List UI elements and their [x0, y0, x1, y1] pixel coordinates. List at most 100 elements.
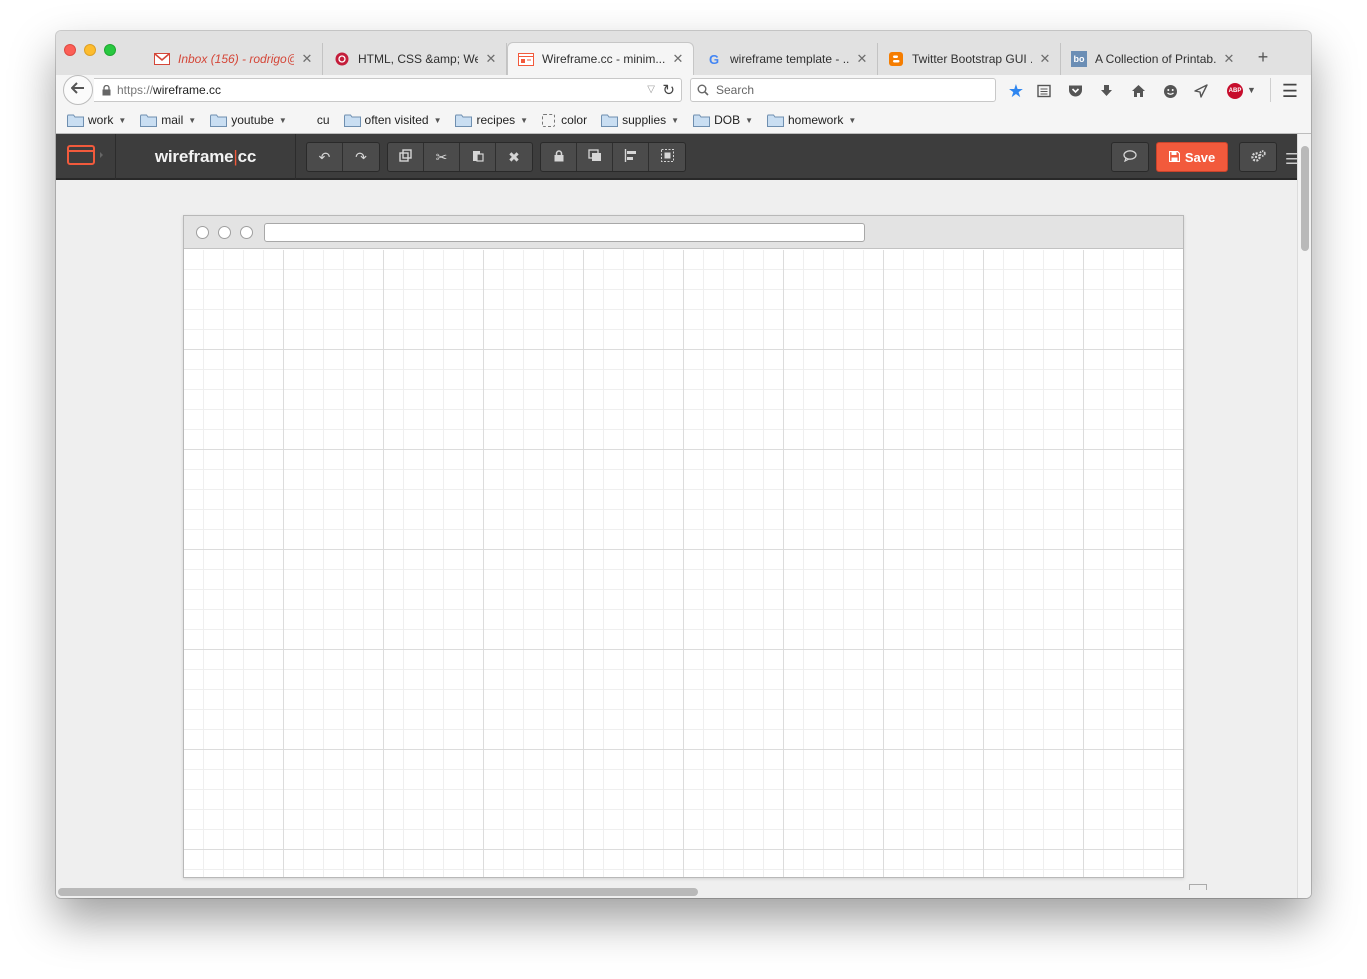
vertical-scrollbar[interactable] — [1297, 134, 1311, 898]
google-icon: G — [708, 51, 720, 67]
history-tools: ↶ ↷ — [306, 142, 380, 172]
redo-button[interactable]: ↷ — [343, 143, 379, 171]
bookmark-cu[interactable]: cu — [317, 113, 330, 127]
cut-icon: ✂ — [435, 148, 448, 165]
folder-icon — [140, 114, 158, 127]
tab-gmail[interactable]: Inbox (156) - rodrigo@... ✕ — [144, 43, 323, 75]
paste-icon — [472, 149, 484, 165]
adblock-dropdown-icon[interactable]: ▼ — [1247, 85, 1256, 95]
vertical-scrollbar-thumb[interactable] — [1301, 146, 1309, 251]
browser-window: Inbox (156) - rodrigo@... ✕ HTML, CSS &a… — [56, 31, 1311, 898]
folder-icon — [343, 114, 361, 127]
chevron-down-icon: ▼ — [278, 115, 287, 125]
tab-title: Inbox (156) - rodrigo@... — [178, 52, 294, 66]
align-button[interactable] — [613, 143, 649, 171]
new-tab-button[interactable]: + — [1253, 47, 1273, 67]
url-history-dropdown-icon[interactable]: ▽ — [647, 84, 655, 95]
bookmark-dob[interactable]: DOB ▼ — [693, 113, 753, 127]
send-tab-icon[interactable] — [1191, 81, 1211, 101]
settings-tools — [1239, 142, 1277, 172]
page-menu-button[interactable] — [56, 134, 116, 180]
tab-title: HTML, CSS &amp; We... — [358, 52, 478, 66]
settings-button[interactable] — [1240, 143, 1276, 171]
tab-strip: Inbox (156) - rodrigo@... ✕ HTML, CSS &a… — [56, 31, 1311, 75]
floppy-disk-icon — [1168, 150, 1180, 165]
canvas-grid[interactable] — [184, 250, 1183, 877]
close-tab-icon[interactable]: ✕ — [484, 51, 498, 67]
paste-button[interactable] — [460, 143, 496, 171]
reload-icon[interactable]: ↻ — [662, 81, 675, 99]
download-icon[interactable] — [1096, 81, 1116, 101]
reading-list-icon[interactable] — [1034, 81, 1054, 101]
folder-icon — [693, 114, 711, 127]
bookmarks-bar: work ▼ mail ▼ youtube ▼ cu often visited ▼ r… — [56, 107, 1311, 134]
arrange-tools — [540, 142, 686, 172]
delete-button[interactable]: ✖ — [496, 143, 532, 171]
group-button[interactable] — [649, 143, 685, 171]
url-bar[interactable]: https:// wireframe.cc ▽ ↻ — [94, 78, 682, 102]
hello-chat-icon[interactable] — [1160, 81, 1180, 101]
hamburger-menu-icon[interactable]: ☰ — [1280, 81, 1300, 101]
bookmark-supplies[interactable]: supplies ▼ — [601, 113, 679, 127]
app-logo: wireframe | cc — [116, 134, 296, 180]
close-tab-icon[interactable]: ✕ — [300, 51, 314, 67]
bookmark-homework[interactable]: homework ▼ — [767, 113, 856, 127]
cut-button[interactable]: ✂ — [424, 143, 460, 171]
chevron-down-icon: ▼ — [848, 115, 857, 125]
redo-icon: ↷ — [355, 148, 367, 165]
lock-button[interactable] — [541, 143, 577, 171]
app-toolbar: wireframe | cc ↶ ↷ ✂ ✖ Save ☰ — [56, 134, 1298, 180]
wireframe-browser-frame[interactable] — [183, 215, 1184, 878]
bookmark-work[interactable]: work ▼ — [67, 113, 126, 127]
bookmark-youtube[interactable]: youtube ▼ — [210, 113, 287, 127]
lock-icon — [554, 149, 564, 165]
chevron-down-icon: ▼ — [671, 115, 680, 125]
bookmark-color[interactable]: color — [542, 113, 587, 127]
comment-bubble-icon — [1123, 149, 1137, 165]
pocket-icon[interactable] — [1065, 81, 1085, 101]
undo-icon: ↶ — [318, 148, 331, 165]
mock-url-field[interactable] — [264, 223, 865, 242]
save-button[interactable]: Save — [1156, 142, 1228, 172]
bookmark-label: color — [561, 113, 588, 127]
folder-icon — [210, 114, 228, 127]
wireframe-app: wireframe | cc ↶ ↷ ✂ ✖ Save ☰ — [56, 134, 1311, 898]
bookmark-often-visited[interactable]: often visited ▼ — [343, 113, 441, 127]
home-icon[interactable] — [1128, 81, 1148, 101]
arrange-button[interactable] — [577, 143, 613, 171]
close-tab-icon[interactable]: ✕ — [1222, 51, 1236, 67]
blogger-icon — [888, 51, 904, 67]
bookmark-star-icon[interactable]: ★ — [1006, 81, 1026, 101]
zoom-window-button[interactable] — [104, 44, 116, 56]
adblock-plus-icon[interactable]: ABP — [1227, 83, 1243, 99]
search-input[interactable]: Search — [690, 78, 996, 102]
comment-button[interactable] — [1112, 143, 1148, 171]
horizontal-scrollbar-thumb[interactable] — [58, 888, 698, 896]
bookmark-label: youtube — [231, 113, 274, 127]
copy-button[interactable] — [388, 143, 424, 171]
group-icon — [660, 149, 674, 165]
tab-bootstrap-gui[interactable]: Twitter Bootstrap GUI ... ✕ — [878, 43, 1061, 75]
back-button[interactable] — [63, 75, 93, 105]
tab-title: Wireframe.cc - minim... — [542, 52, 665, 66]
bookmark-mail[interactable]: mail ▼ — [140, 113, 196, 127]
tab-html-css[interactable]: HTML, CSS &amp; We... ✕ — [324, 43, 507, 75]
folder-icon — [67, 114, 84, 127]
bookmark-label: homework — [788, 113, 844, 127]
minimize-window-button[interactable] — [84, 44, 96, 56]
close-tab-icon[interactable]: ✕ — [1038, 51, 1052, 67]
resize-handle-icon[interactable] — [1189, 884, 1207, 890]
bookmark-label: recipes — [476, 113, 516, 127]
tab-title: A Collection of Printab... — [1095, 52, 1216, 66]
close-tab-icon[interactable]: ✕ — [671, 51, 685, 67]
bookmark-recipes[interactable]: recipes ▼ — [455, 113, 528, 127]
undo-button[interactable]: ↶ — [307, 143, 343, 171]
tab-wireframe-cc[interactable]: Wireframe.cc - minim... ✕ — [507, 42, 694, 75]
tab-printables[interactable]: bo A Collection of Printab... ✕ — [1061, 43, 1244, 75]
close-tab-icon[interactable]: ✕ — [855, 51, 869, 67]
chevron-down-icon: ▼ — [745, 115, 753, 125]
html-site-icon — [334, 51, 350, 67]
page-placeholder-icon — [542, 113, 556, 127]
tab-google-search[interactable]: G wireframe template - ... ✕ — [696, 43, 878, 75]
close-window-button[interactable] — [64, 44, 76, 56]
